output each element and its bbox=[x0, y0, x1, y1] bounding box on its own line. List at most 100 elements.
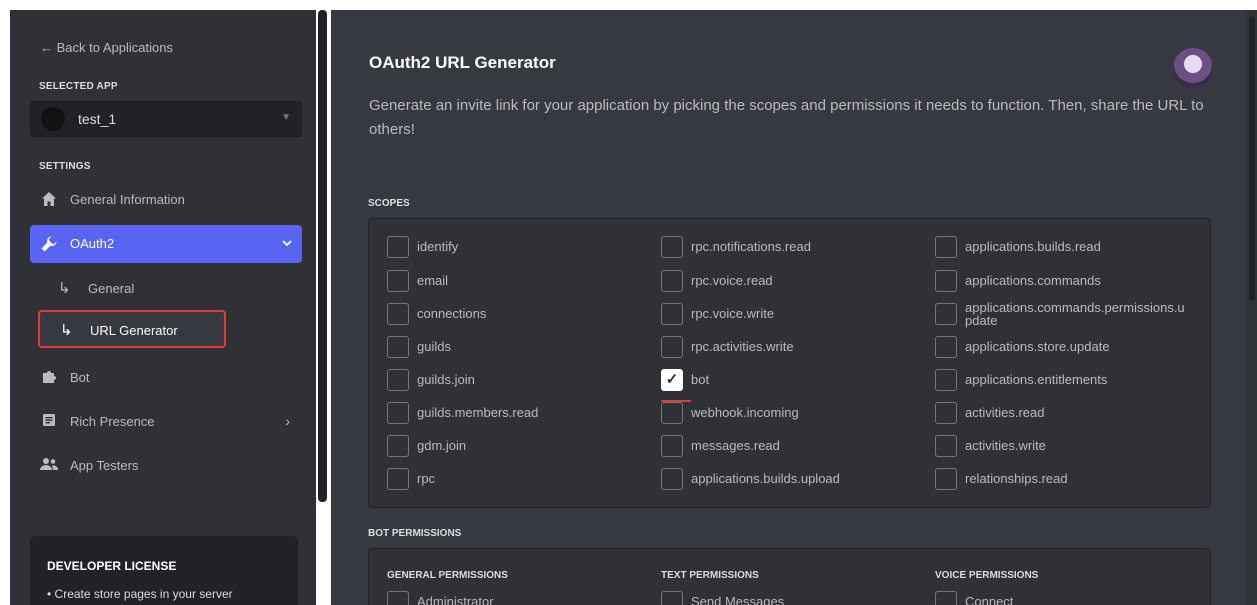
scopes-label: SCOPES bbox=[368, 198, 410, 209]
checkbox[interactable] bbox=[661, 591, 683, 605]
sidebar-item-label: Bot bbox=[70, 370, 90, 385]
checkbox[interactable] bbox=[661, 303, 683, 325]
checkbox[interactable] bbox=[935, 591, 957, 605]
scope-label: applications.store.update bbox=[965, 339, 1110, 354]
checkbox[interactable] bbox=[387, 591, 409, 605]
bot-permissions-label: BOT PERMISSIONS bbox=[368, 528, 462, 539]
sidebar-item-label: App Testers bbox=[70, 458, 139, 473]
wrench-icon bbox=[40, 235, 58, 253]
checkbox[interactable] bbox=[387, 270, 409, 292]
checkbox[interactable] bbox=[935, 303, 957, 325]
subitem-arrow-icon: ↳ bbox=[58, 280, 71, 297]
checkbox[interactable] bbox=[661, 270, 683, 292]
puzzle-icon bbox=[40, 369, 58, 387]
scope-label: guilds.join bbox=[417, 372, 475, 387]
permission-label: Connect bbox=[965, 594, 1014, 605]
scope-label: applications.entitlements bbox=[965, 372, 1108, 387]
subitem-arrow-icon: ↳ bbox=[60, 322, 73, 339]
scope-label: rpc bbox=[417, 471, 436, 486]
scope-label: rpc.notifications.read bbox=[691, 239, 811, 254]
permission-label: Send Messages bbox=[691, 594, 785, 605]
sidebar-subitem-general[interactable]: ↳ General bbox=[38, 270, 226, 308]
checkbox[interactable] bbox=[387, 402, 409, 424]
sidebar-item-rich-presence[interactable]: Rich Presence › bbox=[30, 403, 302, 441]
checkbox[interactable] bbox=[935, 468, 957, 490]
page-title: OAuth2 URL Generator bbox=[369, 53, 556, 72]
scope-label: activities.read bbox=[965, 405, 1045, 420]
developer-license-title: DEVELOPER LICENSE bbox=[47, 559, 177, 573]
scope-label: rpc.activities.write bbox=[691, 339, 794, 354]
sidebar-item-oauth2[interactable]: OAuth2 bbox=[30, 225, 302, 263]
scopes-panel: identify email connections guilds guilds.joi… bbox=[368, 218, 1211, 508]
sidebar-item-label: General Information bbox=[70, 192, 185, 207]
bot-permissions-panel: GENERAL PERMISSIONS TEXT PERMISSIONS VOI… bbox=[368, 548, 1211, 605]
home-icon bbox=[40, 191, 58, 209]
checkbox[interactable] bbox=[661, 468, 683, 490]
permission-group-title: GENERAL PERMISSIONS bbox=[387, 570, 508, 581]
checkbox[interactable] bbox=[661, 236, 683, 258]
scope-label: applications.builds.upload bbox=[691, 471, 840, 486]
main-scrollbar-thumb[interactable] bbox=[1249, 16, 1255, 301]
permission-group-title: TEXT PERMISSIONS bbox=[661, 570, 759, 581]
scope-label: applications.commands bbox=[965, 273, 1101, 288]
chevron-right-icon: › bbox=[285, 413, 290, 429]
checkbox[interactable] bbox=[661, 435, 683, 457]
scope-label: identify bbox=[417, 239, 459, 254]
checkbox[interactable] bbox=[387, 468, 409, 490]
back-to-applications-link[interactable]: ← Back to Applications bbox=[40, 40, 173, 55]
checkbox[interactable] bbox=[387, 435, 409, 457]
developer-license-card: DEVELOPER LICENSE • Create store pages i… bbox=[30, 536, 298, 605]
scope-label: rpc.voice.write bbox=[691, 306, 775, 321]
main-content: OAuth2 URL Generator Generate an invite … bbox=[331, 10, 1257, 605]
developer-license-item: • Create store pages in your server bbox=[47, 587, 233, 601]
users-icon bbox=[40, 457, 59, 475]
checkbox[interactable] bbox=[935, 336, 957, 358]
scope-label: applications.builds.read bbox=[965, 239, 1101, 254]
scope-label: messages.read bbox=[691, 438, 780, 453]
scope-label: relationships.read bbox=[965, 471, 1068, 486]
scope-label: guilds.members.read bbox=[417, 405, 539, 420]
checkbox[interactable] bbox=[661, 336, 683, 358]
scope-label: gdm.join bbox=[417, 438, 467, 453]
app-name: test_1 bbox=[78, 111, 117, 127]
sidebar: ← Back to Applications SELECTED APP test… bbox=[10, 10, 316, 605]
chevron-down-icon bbox=[282, 236, 292, 250]
checkbox[interactable] bbox=[387, 336, 409, 358]
sidebar-item-bot[interactable]: Bot bbox=[30, 359, 302, 397]
sidebar-item-label: OAuth2 bbox=[70, 236, 115, 251]
scope-label: guilds bbox=[417, 339, 451, 354]
document-icon bbox=[40, 413, 58, 431]
settings-label: SETTINGS bbox=[39, 161, 91, 172]
app-select[interactable]: test_1 ▼ bbox=[30, 101, 302, 137]
checkbox[interactable] bbox=[387, 369, 409, 391]
scope-label: rpc.voice.read bbox=[691, 273, 773, 288]
sidebar-scrollbar[interactable] bbox=[318, 10, 327, 502]
permission-label: Administrator bbox=[417, 594, 494, 605]
sidebar-subitem-url-generator[interactable]: ↳ URL Generator bbox=[38, 310, 226, 348]
sidebar-item-label: Rich Presence bbox=[70, 414, 155, 429]
checkbox[interactable] bbox=[387, 303, 409, 325]
scope-label: bot bbox=[691, 372, 710, 387]
checkbox[interactable] bbox=[935, 270, 957, 292]
checkbox[interactable] bbox=[935, 435, 957, 457]
checkbox[interactable] bbox=[387, 236, 409, 258]
scope-label: webhook.incoming bbox=[691, 405, 799, 420]
sidebar-item-general-information[interactable]: General Information bbox=[30, 181, 302, 219]
user-avatar[interactable] bbox=[1173, 48, 1213, 88]
scope-label: applications.commands.permissions.u pdat… bbox=[965, 300, 1185, 328]
checkbox-checked[interactable]: ✓ bbox=[661, 369, 683, 391]
checkbox[interactable] bbox=[661, 402, 683, 424]
selected-app-label: SELECTED APP bbox=[39, 81, 118, 92]
chevron-down-icon: ▼ bbox=[281, 112, 291, 123]
permission-group-title: VOICE PERMISSIONS bbox=[935, 570, 1039, 581]
scope-label: activities.write bbox=[965, 438, 1046, 453]
checkbox[interactable] bbox=[935, 369, 957, 391]
main-scrollbar-track[interactable] bbox=[1247, 10, 1257, 605]
app-avatar bbox=[41, 107, 65, 131]
scope-label: connections bbox=[417, 306, 487, 321]
checkbox[interactable] bbox=[935, 402, 957, 424]
checkbox[interactable] bbox=[935, 236, 957, 258]
page-description: Generate an invite link for your applica… bbox=[369, 97, 1204, 138]
sidebar-item-app-testers[interactable]: App Testers bbox=[30, 447, 302, 485]
sidebar-item-label: General bbox=[88, 281, 135, 296]
